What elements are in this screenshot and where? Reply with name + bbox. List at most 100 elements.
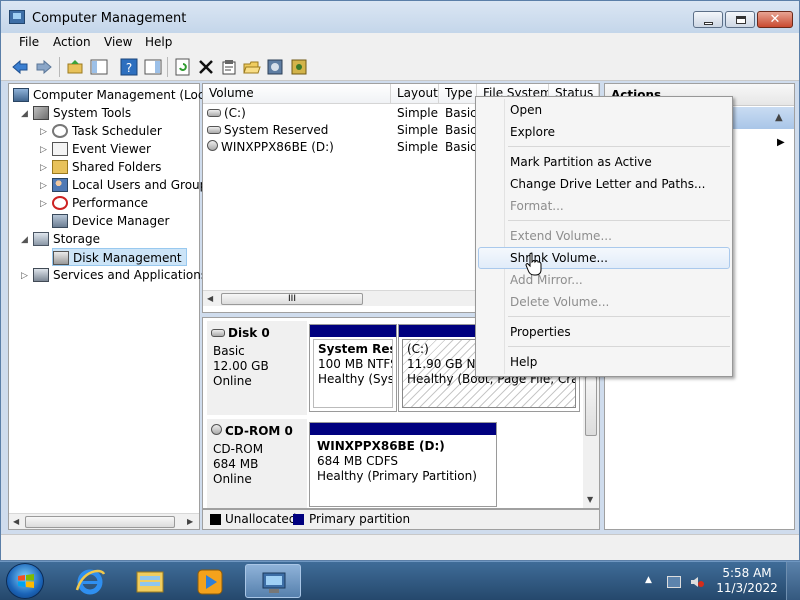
properties-icon[interactable] (220, 58, 238, 76)
tree-item-local-users[interactable]: Local Users and Groups (52, 176, 214, 194)
clock-time: 5:58 AM (722, 566, 772, 580)
tree-label: Storage (53, 232, 100, 246)
show-desktop-button[interactable] (786, 562, 800, 600)
expand-icon[interactable]: ▷ (40, 145, 47, 155)
menu-help[interactable]: Help (145, 35, 172, 49)
toolbar-separator (167, 57, 168, 77)
scroll-thumb[interactable]: III (221, 293, 363, 305)
partition-system-reserved[interactable]: System Rese 100 MB NTFS Healthy (Syste (309, 324, 397, 412)
partition-d[interactable]: WINXPPX86BE (D:) 684 MB CDFS Healthy (Pr… (309, 422, 497, 507)
tree-item-system-tools[interactable]: System Tools (33, 104, 131, 122)
up-folder-icon[interactable] (66, 58, 84, 76)
maximize-button[interactable] (725, 11, 755, 28)
menu-item-change-drive-letter[interactable]: Change Drive Letter and Paths... (478, 173, 730, 195)
collapse-icon[interactable]: ◢ (21, 235, 28, 245)
menu-item-properties[interactable]: Properties (478, 321, 730, 343)
menu-separator (508, 316, 730, 317)
cdrom-0-label[interactable]: CD-ROM 0 CD-ROM 684 MB Online (207, 419, 307, 508)
disk-icon[interactable] (266, 58, 284, 76)
column-header-volume[interactable]: Volume (203, 84, 391, 104)
more-actions-arrow-icon[interactable]: ▶ (777, 137, 785, 148)
windows-logo-icon (18, 574, 34, 588)
refresh-icon[interactable] (174, 58, 192, 76)
expand-icon[interactable]: ▷ (40, 163, 47, 173)
legend-primary: Primary partition (309, 512, 411, 526)
menu-separator (508, 220, 730, 221)
start-button[interactable] (6, 563, 44, 599)
help-icon[interactable]: ? (120, 58, 138, 76)
shared-folder-icon (52, 160, 68, 174)
tree-item-storage[interactable]: Storage (33, 230, 100, 248)
collapse-icon[interactable]: ◢ (21, 109, 28, 119)
disk-name: CD-ROM 0 (225, 424, 293, 438)
forward-arrow-icon[interactable] (35, 58, 53, 76)
menu-item-open[interactable]: Open (478, 99, 730, 121)
volume-type: Basic (445, 123, 477, 137)
partition-size: 100 MB NTFS (318, 357, 393, 371)
expand-icon[interactable]: ▷ (40, 181, 47, 191)
back-arrow-icon[interactable] (11, 58, 29, 76)
menu-item-explore[interactable]: Explore (478, 121, 730, 143)
open-folder-icon[interactable] (243, 58, 261, 76)
status-bar (1, 534, 799, 560)
tree-item-device-manager[interactable]: Device Manager (52, 212, 169, 230)
scroll-left-icon[interactable]: ◀ (13, 517, 19, 526)
column-header-type[interactable]: Type (439, 84, 477, 104)
close-button[interactable]: ✕ (757, 11, 793, 28)
menu-item-help[interactable]: Help (478, 351, 730, 373)
partition-name: (C:) (407, 342, 429, 356)
scroll-left-icon[interactable]: ◀ (207, 294, 213, 303)
tree-horizontal-scrollbar[interactable]: ◀ ▶ (9, 513, 199, 529)
tree-label: Event Viewer (72, 142, 151, 156)
menu-separator (508, 346, 730, 347)
tree-item-performance[interactable]: Performance (52, 194, 148, 212)
show-hide-console-tree-icon[interactable] (90, 58, 108, 76)
menu-item-mark-active[interactable]: Mark Partition as Active (478, 151, 730, 173)
scroll-right-icon[interactable]: ▶ (187, 517, 193, 526)
menu-file[interactable]: File (19, 35, 39, 49)
menu-view[interactable]: View (104, 35, 132, 49)
expand-icon[interactable]: ▷ (40, 127, 47, 137)
system-clock[interactable]: 5:58 AM 11/3/2022 (712, 566, 782, 596)
network-icon[interactable] (667, 576, 681, 588)
taskbar-windows-explorer[interactable] (122, 564, 178, 598)
tree-item-task-scheduler[interactable]: Task Scheduler (52, 122, 162, 140)
storage-icon (33, 232, 49, 246)
tree-item-computer-management[interactable]: Computer Management (Local (13, 86, 215, 104)
scroll-down-icon[interactable]: ▼ (587, 495, 593, 504)
settings-icon[interactable] (290, 58, 308, 76)
volume-name: System Reserved (224, 123, 329, 137)
expand-icon[interactable]: ▷ (40, 199, 47, 209)
tree-label: Shared Folders (72, 160, 162, 174)
disk-icon (211, 329, 225, 337)
device-manager-icon (52, 214, 68, 228)
menu-item-shrink-volume[interactable]: Shrink Volume... (478, 247, 730, 269)
volume-muted-icon[interactable] (690, 576, 704, 588)
show-hidden-icons-arrow[interactable]: ▲ (645, 575, 652, 585)
show-hide-action-pane-icon[interactable] (144, 58, 162, 76)
column-header-layout[interactable]: Layout (391, 84, 439, 104)
taskbar-computer-management[interactable] (245, 564, 301, 598)
menu-action[interactable]: Action (53, 35, 91, 49)
unallocated-swatch (210, 514, 221, 525)
tree-item-services-applications[interactable]: Services and Applications (33, 266, 207, 284)
cd-drive-icon (207, 140, 218, 151)
disk-0-label[interactable]: Disk 0 Basic 12.00 GB Online (207, 321, 307, 415)
minimize-button[interactable] (693, 11, 723, 28)
window-title: Computer Management (32, 11, 187, 26)
taskbar-media-player[interactable] (182, 564, 238, 598)
tree-item-event-viewer[interactable]: Event Viewer (52, 140, 151, 158)
expand-icon[interactable]: ▷ (21, 271, 28, 281)
scroll-thumb[interactable] (25, 516, 175, 528)
collapse-section-icon[interactable]: ▲ (775, 112, 783, 123)
taskbar-internet-explorer[interactable] (62, 564, 118, 598)
disk-name: Disk 0 (228, 326, 270, 340)
maximize-icon (736, 16, 746, 24)
minimize-icon (704, 22, 713, 25)
scroll-thumb[interactable] (585, 376, 597, 436)
toolbar: ? (1, 53, 799, 81)
tree-item-shared-folders[interactable]: Shared Folders (52, 158, 161, 176)
title-bar[interactable]: Computer Management ✕ (1, 1, 799, 33)
tree-item-disk-management[interactable]: Disk Management (52, 248, 187, 266)
delete-icon[interactable] (197, 58, 215, 76)
